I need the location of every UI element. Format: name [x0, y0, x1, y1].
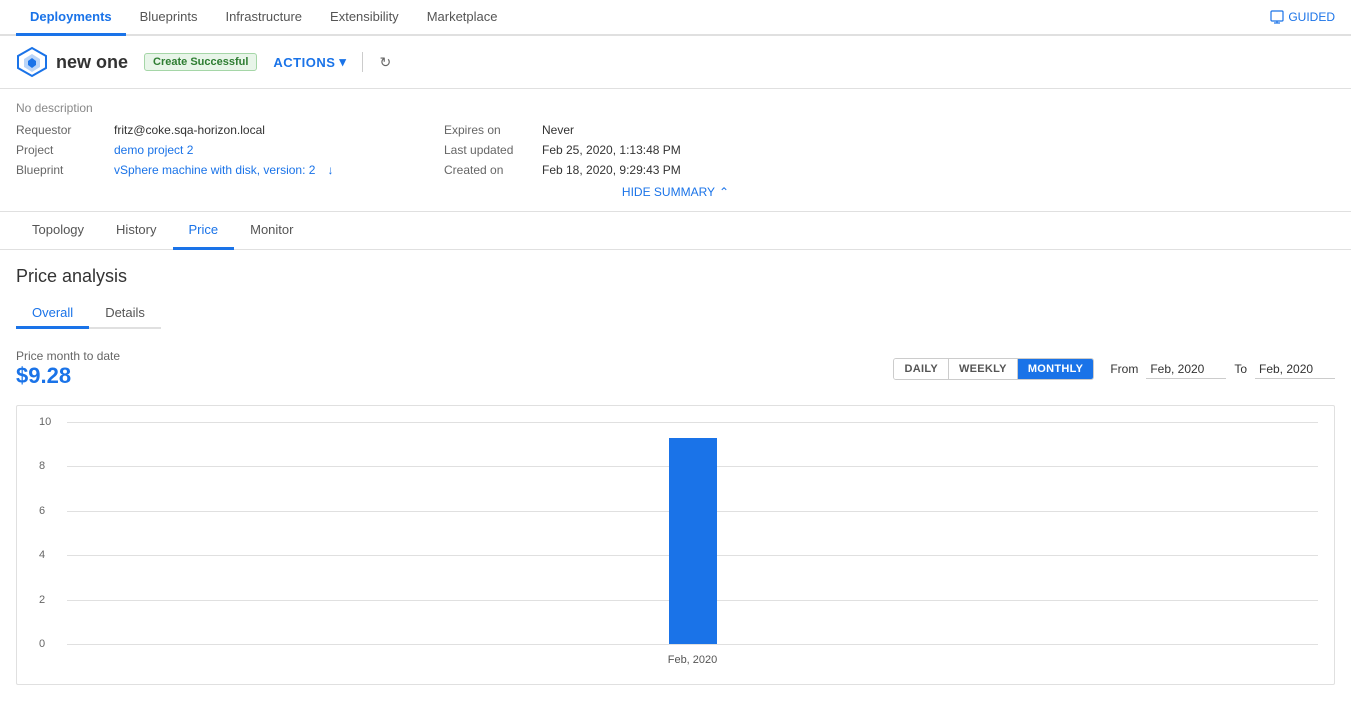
period-daily[interactable]: DAILY — [894, 359, 949, 379]
logo-icon — [16, 46, 48, 78]
actions-label: ACTIONS — [273, 55, 335, 70]
chart-inner: 10 8 6 4 2 0 — [67, 422, 1318, 644]
sub-tab-overall[interactable]: Overall — [16, 299, 89, 329]
nav-extensibility[interactable]: Extensibility — [316, 0, 413, 36]
nav-blueprints[interactable]: Blueprints — [126, 0, 212, 36]
created-row: Created on Feb 18, 2020, 9:29:43 PM — [444, 163, 681, 177]
guided-button[interactable]: GUIDED — [1270, 10, 1335, 24]
period-monthly[interactable]: MONTHLY — [1018, 359, 1093, 379]
tab-price[interactable]: Price — [173, 212, 235, 250]
to-input[interactable]: Feb, 2020 — [1255, 360, 1335, 379]
blueprint-row: Blueprint vSphere machine with disk, ver… — [16, 163, 396, 177]
bar-feb2020-label: Feb, 2020 — [668, 654, 718, 666]
gridlabel-2: 2 — [39, 594, 45, 606]
sub-tabs: Overall Details — [16, 299, 161, 329]
from-input[interactable]: Feb, 2020 — [1146, 360, 1226, 379]
summary-right: Expires on Never Last updated Feb 25, 20… — [444, 123, 681, 177]
blueprint-value[interactable]: vSphere machine with disk, version: 2 — [114, 163, 315, 177]
header-divider — [362, 52, 363, 72]
refresh-button[interactable]: ↻ — [379, 54, 391, 71]
header-bar: new one Create Successful ACTIONS ▾ ↻ — [0, 36, 1351, 89]
logo-text: new one — [56, 52, 128, 73]
blueprint-label: Blueprint — [16, 163, 106, 177]
created-label: Created on — [444, 163, 534, 177]
price-controls: Price month to date $9.28 DAILY WEEKLY M… — [16, 349, 1335, 389]
expires-label: Expires on — [444, 123, 534, 137]
from-label: From — [1110, 362, 1138, 376]
requestor-row: Requestor fritz@coke.sqa-horizon.local — [16, 123, 396, 137]
summary-section: No description Requestor fritz@coke.sqa-… — [0, 89, 1351, 212]
project-label: Project — [16, 143, 106, 157]
summary-left: Requestor fritz@coke.sqa-horizon.local P… — [16, 123, 396, 177]
tabs-bar: Topology History Price Monitor — [0, 212, 1351, 250]
price-value: $9.28 — [16, 363, 120, 389]
project-row: Project demo project 2 — [16, 143, 396, 157]
actions-arrow-icon: ▾ — [339, 54, 346, 70]
gridline-0 — [67, 644, 1318, 645]
grid-lines: 10 8 6 4 2 0 — [67, 422, 1318, 644]
period-buttons: DAILY WEEKLY MONTHLY — [893, 358, 1094, 380]
gridlabel-0: 0 — [39, 638, 45, 650]
price-month-label: Price month to date — [16, 349, 120, 363]
logo: new one — [16, 46, 128, 78]
actions-button[interactable]: ACTIONS ▾ — [273, 54, 346, 70]
price-month-block: Price month to date $9.28 — [16, 349, 120, 389]
bar-feb2020-actual — [669, 438, 717, 644]
tab-topology[interactable]: Topology — [16, 212, 100, 250]
download-icon[interactable]: ↓ — [327, 163, 333, 177]
tab-monitor[interactable]: Monitor — [234, 212, 309, 250]
nav-infrastructure[interactable]: Infrastructure — [211, 0, 316, 36]
create-badge: Create Successful — [144, 53, 257, 71]
gridlabel-10: 10 — [39, 416, 51, 428]
last-updated-row: Last updated Feb 25, 2020, 1:13:48 PM — [444, 143, 681, 157]
last-updated-value: Feb 25, 2020, 1:13:48 PM — [542, 143, 681, 157]
content-area: Price analysis Overall Details Price mon… — [0, 250, 1351, 701]
date-range: From Feb, 2020 To Feb, 2020 — [1110, 360, 1335, 379]
nav-deployments[interactable]: Deployments — [16, 0, 126, 36]
expires-row: Expires on Never — [444, 123, 681, 137]
requestor-value: fritz@coke.sqa-horizon.local — [114, 123, 265, 137]
created-value: Feb 18, 2020, 9:29:43 PM — [542, 163, 681, 177]
gridline-10 — [67, 422, 1318, 423]
project-value[interactable]: demo project 2 — [114, 143, 193, 157]
sub-tab-details[interactable]: Details — [89, 299, 161, 329]
gridlabel-6: 6 — [39, 505, 45, 517]
hide-summary-label: HIDE SUMMARY — [622, 185, 715, 199]
nav-marketplace[interactable]: Marketplace — [413, 0, 512, 36]
to-label: To — [1234, 362, 1247, 376]
last-updated-label: Last updated — [444, 143, 534, 157]
gridlabel-4: 4 — [39, 549, 45, 561]
gridlabel-8: 8 — [39, 460, 45, 472]
no-description: No description — [16, 101, 1335, 115]
top-navigation: Deployments Blueprints Infrastructure Ex… — [0, 0, 1351, 36]
expires-value: Never — [542, 123, 574, 137]
chart-container: Price ($) 10 8 6 4 2 0 — [16, 405, 1335, 685]
requestor-label: Requestor — [16, 123, 106, 137]
guided-label: GUIDED — [1288, 10, 1335, 24]
tab-history[interactable]: History — [100, 212, 172, 250]
page-title: Price analysis — [16, 266, 1335, 287]
period-weekly[interactable]: WEEKLY — [949, 359, 1018, 379]
guided-icon — [1270, 10, 1284, 24]
chevron-up-icon: ⌃ — [719, 185, 729, 199]
hide-summary-button[interactable]: HIDE SUMMARY ⌃ — [16, 185, 1335, 199]
